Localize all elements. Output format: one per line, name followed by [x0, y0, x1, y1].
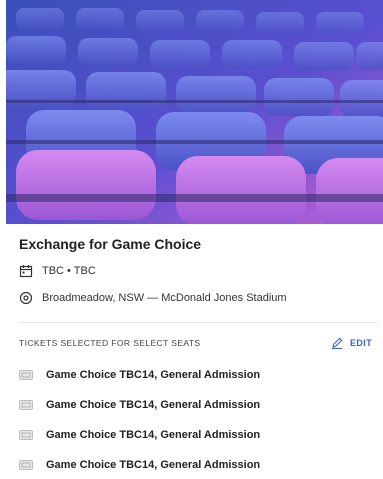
ticket-label: Game Choice TBC14, General Admission	[46, 369, 261, 381]
ticket-item: Game Choice TBC14, General Admission	[18, 360, 378, 390]
edit-label: EDIT	[350, 338, 373, 348]
ticket-label: Game Choice TBC14, General Admission	[46, 399, 261, 411]
ticket-list: Game Choice TBC14, General Admission Gam…	[18, 360, 378, 479]
event-hero-image	[6, 0, 383, 224]
event-date-time: TBC • TBC	[42, 265, 96, 277]
ticket-item: Game Choice TBC14, General Admission	[18, 390, 378, 420]
pencil-icon	[330, 336, 344, 350]
ticket-label: Game Choice TBC14, General Admission	[46, 429, 261, 441]
edit-tickets-button[interactable]: EDIT	[330, 336, 372, 350]
ticket-item: Game Choice TBC14, General Admission	[18, 450, 378, 479]
ticket-icon	[19, 400, 33, 410]
section-divider	[18, 322, 378, 323]
ticket-item: Game Choice TBC14, General Admission	[18, 420, 378, 450]
event-title: Exchange for Game Choice	[19, 236, 202, 252]
ticket-icon	[19, 370, 33, 380]
event-card: Exchange for Game Choice TBC • TBC Broad…	[0, 0, 383, 479]
tickets-section-heading: TICKETS SELECTED FOR SELECT SEATS	[19, 338, 201, 348]
ticket-icon	[19, 460, 33, 470]
ticket-icon	[19, 430, 33, 440]
location-pin-icon	[18, 290, 34, 306]
event-venue-row: Broadmeadow, NSW — McDonald Jones Stadiu…	[18, 290, 287, 306]
calendar-icon	[18, 263, 34, 279]
event-venue: Broadmeadow, NSW — McDonald Jones Stadiu…	[42, 292, 287, 304]
ticket-label: Game Choice TBC14, General Admission	[46, 459, 261, 471]
event-date-row: TBC • TBC	[18, 263, 96, 279]
